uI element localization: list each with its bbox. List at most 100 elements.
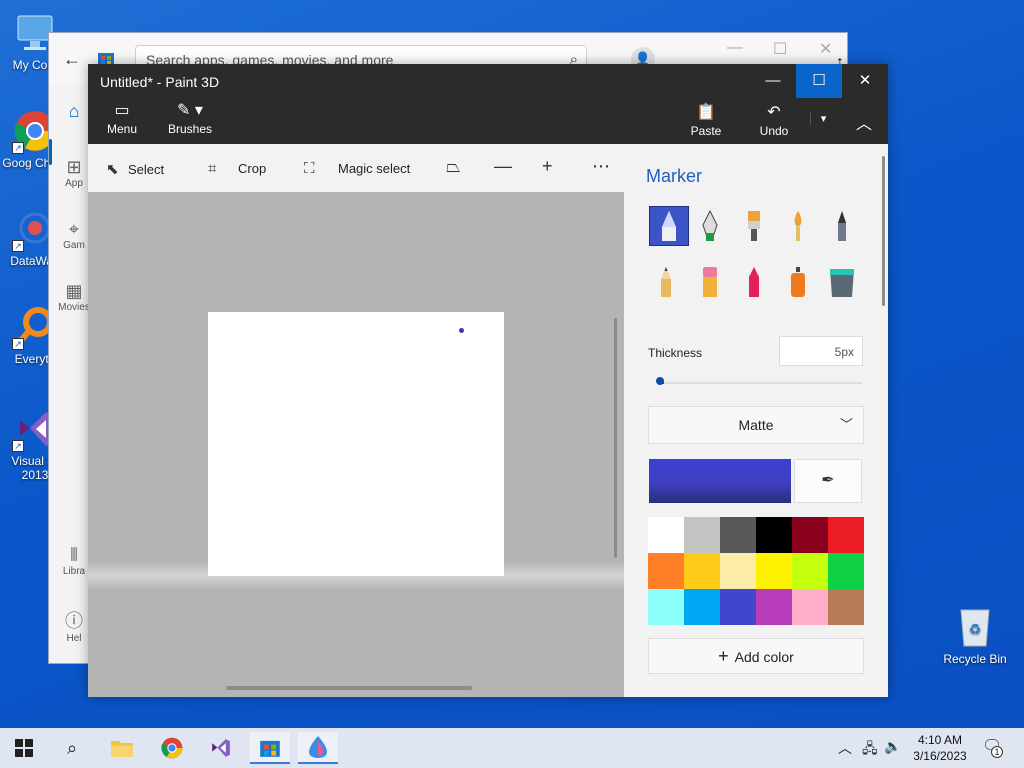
calligraphy-pen-icon[interactable] <box>690 206 730 246</box>
current-color-swatch[interactable] <box>649 459 791 503</box>
back-arrow-icon[interactable]: ← <box>63 49 81 70</box>
color-swatch[interactable] <box>756 589 792 625</box>
color-swatch[interactable] <box>720 589 756 625</box>
maximize-button[interactable]: ☐ <box>796 64 842 98</box>
collapse-chevron-icon[interactable]: ︿ <box>850 110 878 134</box>
undo-button[interactable]: ↶ Undo <box>754 104 794 138</box>
store-icon <box>260 740 280 757</box>
magic-select-button[interactable]: ⛶ Magic select <box>304 160 410 177</box>
history-dropdown-icon[interactable]: ▾ <box>810 112 836 125</box>
sidebar-item-label: Gam <box>63 240 85 251</box>
menu-button[interactable]: ▭ Menu <box>102 102 142 136</box>
brushes-button[interactable]: ✎ ▾ Brushes <box>166 102 214 136</box>
color-swatch[interactable] <box>828 553 864 589</box>
folder-icon <box>111 741 133 757</box>
thickness-value: 5px <box>834 345 854 359</box>
color-swatch[interactable] <box>828 517 864 553</box>
color-swatch[interactable] <box>684 589 720 625</box>
magic-select-label: Magic select <box>338 161 411 176</box>
paste-label: Paste <box>690 124 722 138</box>
color-swatch[interactable] <box>684 553 720 589</box>
color-swatch[interactable] <box>792 517 828 553</box>
color-swatch[interactable] <box>648 517 684 553</box>
volume-icon[interactable]: 🔈 <box>884 738 901 755</box>
notifications-button[interactable]: 🗨 1 <box>982 736 1003 758</box>
maximize-icon[interactable]: ☐ <box>773 39 787 59</box>
thickness-input[interactable]: 5px <box>779 336 863 366</box>
select-button[interactable]: ⬉ Select <box>106 160 164 178</box>
visual-studio-icon <box>212 739 230 757</box>
panel-scrollbar[interactable] <box>882 156 885 306</box>
search-button[interactable]: ⌕ <box>52 732 92 764</box>
minimize-button[interactable]: — <box>750 64 796 98</box>
sidebar-item-label: Movies <box>58 302 90 313</box>
undo-icon: ↶ <box>767 104 781 121</box>
zoom-in-icon[interactable]: + <box>542 156 553 177</box>
taskbar-paint3d[interactable] <box>298 732 338 764</box>
paint-toolbar: ▭ Menu ✎ ▾ Brushes 📋 Paste ↶ Undo ▾ ︿ <box>88 98 888 144</box>
zoom-out-icon[interactable]: — <box>494 156 512 177</box>
watercolor-brush-icon[interactable] <box>778 206 818 246</box>
taskbar-visual-studio[interactable] <box>200 732 240 764</box>
add-color-button[interactable]: + Add color <box>648 638 864 674</box>
folder-icon: ▭ <box>114 102 130 119</box>
more-options-icon[interactable]: ⋯ <box>592 156 610 177</box>
eyedropper-button[interactable]: ✒ <box>794 459 862 503</box>
fill-bucket-icon[interactable] <box>822 262 862 302</box>
color-swatch[interactable] <box>720 517 756 553</box>
spray-can-icon[interactable] <box>778 262 818 302</box>
crayon-icon[interactable] <box>734 262 774 302</box>
color-swatch[interactable] <box>648 553 684 589</box>
color-palette <box>648 517 864 625</box>
minimize-icon[interactable]: — <box>727 39 743 57</box>
shortcut-arrow-icon: ↗ <box>12 440 24 452</box>
thickness-slider[interactable] <box>660 382 862 384</box>
paste-button[interactable]: 📋 Paste <box>686 104 726 138</box>
shortcut-arrow-icon: ↗ <box>12 142 24 154</box>
svg-text:♻: ♻ <box>969 622 982 638</box>
view-3d-icon[interactable]: ⏢ <box>446 156 460 177</box>
eraser-icon[interactable] <box>690 262 730 302</box>
recycle-bin-label: Recycle Bin <box>943 652 1007 666</box>
drawing-canvas[interactable] <box>208 312 504 576</box>
shortcut-arrow-icon: ↗ <box>12 338 24 350</box>
color-swatch[interactable] <box>720 553 756 589</box>
horizontal-scrollbar[interactable] <box>226 686 472 690</box>
finish-dropdown[interactable]: Matte ﹀ <box>648 406 864 444</box>
network-icon[interactable]: 🖧 <box>862 738 878 762</box>
desktop-icon-recycle-bin[interactable]: ♻ Recycle Bin <box>942 604 1008 666</box>
magic-select-icon: ⛶ <box>304 160 315 177</box>
brush-stroke-dot <box>459 328 464 333</box>
start-button[interactable] <box>4 732 44 764</box>
pencil-icon[interactable] <box>646 262 686 302</box>
show-hidden-icons-chevron-icon[interactable]: ︿ <box>838 738 852 758</box>
crop-button[interactable]: ⌗ Crop <box>208 160 266 177</box>
taskbar-store[interactable] <box>250 732 290 764</box>
taskbar-file-explorer[interactable] <box>102 732 142 764</box>
recycle-bin-icon: ♻ <box>955 604 995 648</box>
notification-count: 1 <box>991 746 1003 758</box>
canvas-workspace[interactable] <box>88 192 624 697</box>
command-bar: ⬉ Select ⌗ Crop ⛶ Magic select ⏢ — + ⋯ <box>88 144 624 192</box>
color-swatch[interactable] <box>792 589 828 625</box>
color-swatch[interactable] <box>684 517 720 553</box>
color-swatch[interactable] <box>828 589 864 625</box>
color-swatch[interactable] <box>648 589 684 625</box>
pixel-pen-icon[interactable] <box>822 206 862 246</box>
close-button[interactable]: ✕ <box>842 64 888 98</box>
thickness-slider-knob[interactable] <box>656 377 664 385</box>
color-swatch[interactable] <box>756 553 792 589</box>
brushes-label: Brushes <box>167 122 213 136</box>
system-clock[interactable]: 4:10 AM 3/16/2023 <box>908 732 972 764</box>
marker-brush-icon[interactable] <box>649 206 689 246</box>
menu-label: Menu <box>106 122 138 136</box>
vertical-scrollbar[interactable] <box>614 318 617 558</box>
cursor-icon: ⬉ <box>106 161 119 178</box>
close-icon[interactable]: ✕ <box>819 39 832 59</box>
color-swatch[interactable] <box>792 553 828 589</box>
thickness-label: Thickness <box>648 346 703 360</box>
color-swatch[interactable] <box>756 517 792 553</box>
oil-brush-icon[interactable] <box>734 206 774 246</box>
sidebar-item-label: Libra <box>62 566 86 577</box>
taskbar-chrome[interactable] <box>152 732 192 764</box>
